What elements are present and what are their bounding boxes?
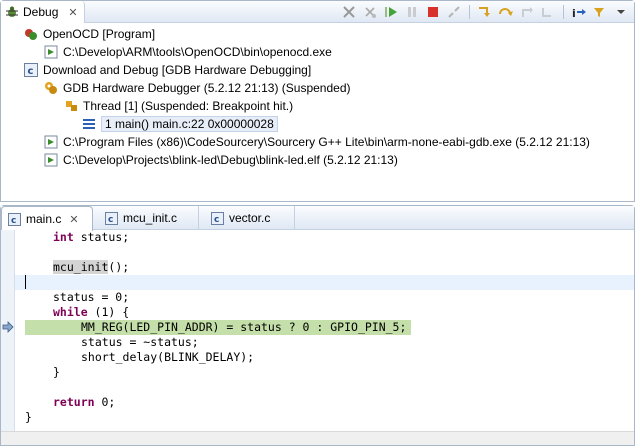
code-text: ();	[108, 260, 130, 274]
text-caret	[25, 275, 26, 289]
step-return-icon[interactable]	[518, 3, 536, 21]
debug-view-title: Debug	[23, 5, 59, 19]
toolbar-separator	[563, 5, 564, 19]
debug-toolbar: i	[337, 3, 630, 21]
disconnect-icon[interactable]	[445, 3, 463, 21]
instruction-step-icon[interactable]: i	[570, 3, 588, 21]
terminate-icon[interactable]	[424, 3, 442, 21]
toolbar-separator	[469, 5, 470, 19]
code-text: status;	[73, 230, 130, 244]
stack-frame-icon	[83, 119, 95, 129]
debug-bug-icon	[6, 6, 18, 17]
svg-text:c: c	[108, 215, 113, 225]
debug-view-header: Debug ✕ i	[1, 1, 634, 23]
horizontal-scrollbar[interactable]	[1, 431, 634, 445]
tab-mcu-init-c[interactable]: c mcu_init.c	[99, 206, 199, 230]
tree-item-label: Download and Debug [GDB Hardware Debuggi…	[43, 63, 312, 77]
launch-icon	[25, 29, 37, 40]
code-line: status = ~status;	[81, 335, 199, 349]
current-line-highlight	[15, 275, 634, 290]
code-line: while (1) {	[25, 305, 634, 320]
code-line-current-execution: MM_REG(LED_PIN_ADDR) = status ? 0 : GPIO…	[81, 320, 407, 334]
tree-item-label: Thread [1] (Suspended: Breakpoint hit.)	[83, 99, 294, 113]
remove-launch-icon[interactable]	[340, 3, 358, 21]
code-editor: c main.c ✕ c mcu_init.c c vector.c int s…	[0, 205, 635, 446]
code-line: }	[25, 410, 32, 424]
instruction-pointer-icon	[2, 321, 14, 333]
tree-item-openocd-process[interactable]: C:\Develop\ARM\tools\OpenOCD\bin\openocd…	[43, 43, 332, 61]
code-line: int status;	[25, 230, 634, 245]
tree-item-openocd-launch[interactable]: OpenOCD [Program]	[23, 25, 155, 43]
keyword: return	[53, 395, 95, 409]
use-step-filters-icon[interactable]	[591, 3, 609, 21]
tree-item-gdb-process[interactable]: C:\Program Files (x86)\CodeSourcery\Sour…	[43, 133, 590, 151]
process-icon	[44, 45, 58, 59]
tree-item-label: C:\Develop\Projects\blink-led\Debug\blin…	[63, 153, 398, 167]
tab-label: mcu_init.c	[123, 211, 178, 225]
code-line: status = 0;	[53, 290, 130, 304]
code-line: return 0;	[25, 395, 634, 410]
process-icon	[44, 135, 58, 149]
tab-main-c[interactable]: c main.c ✕	[1, 206, 93, 231]
c-file-icon: c	[105, 211, 118, 225]
tree-item-stack-frame[interactable]: 1 main() main.c:22 0x00000028	[81, 115, 278, 133]
tree-item-gdb-debugger[interactable]: GDB Hardware Debugger (5.2.12 21:13) (Su…	[43, 79, 351, 97]
code-line: short_delay(BLINK_DELAY);	[81, 350, 255, 364]
view-menu-icon[interactable]	[612, 3, 630, 21]
occurrence-mark: mcu_init	[53, 260, 109, 274]
code-area[interactable]: int status; mcu_init(); status = 0; whil…	[1, 230, 634, 445]
keyword: int	[53, 230, 74, 244]
c-launch-icon: c	[24, 63, 38, 77]
tree-item-label: GDB Hardware Debugger (5.2.12 21:13) (Su…	[63, 81, 351, 95]
code-text: 0;	[94, 395, 116, 409]
suspend-icon[interactable]	[403, 3, 421, 21]
step-into-icon[interactable]	[476, 3, 494, 21]
editor-tab-bar: c main.c ✕ c mcu_init.c c vector.c	[1, 206, 634, 231]
debug-view-tab[interactable]: Debug ✕	[1, 1, 85, 23]
svg-text:c: c	[28, 66, 34, 77]
debugger-icon	[45, 82, 57, 94]
code-line: mcu_init();	[25, 260, 634, 275]
drop-to-frame-icon[interactable]	[539, 3, 557, 21]
tab-vector-c[interactable]: c vector.c	[205, 206, 295, 230]
tree-item-download-debug[interactable]: c Download and Debug [GDB Hardware Debug…	[23, 61, 311, 79]
tree-item-elf-process[interactable]: C:\Develop\Projects\blink-led\Debug\blin…	[43, 151, 398, 169]
tree-item-label: C:\Develop\ARM\tools\OpenOCD\bin\openocd…	[63, 45, 332, 59]
close-icon[interactable]: ✕	[69, 213, 78, 226]
tab-label: vector.c	[229, 211, 271, 225]
svg-text:c: c	[214, 215, 219, 225]
remove-all-icon[interactable]	[361, 3, 379, 21]
tree-item-label: 1 main() main.c:22 0x00000028	[101, 116, 278, 132]
code-text: (1) {	[87, 305, 130, 319]
debug-tree: OpenOCD [Program] C:\Develop\ARM\tools\O…	[1, 23, 634, 201]
tree-item-label: OpenOCD [Program]	[43, 27, 156, 41]
process-icon	[44, 153, 58, 167]
svg-text:c: c	[11, 216, 16, 226]
tab-label: main.c	[26, 212, 62, 226]
debug-view: Debug ✕ i OpenOCD [Program] C:\Develop\A…	[0, 0, 635, 202]
step-over-icon[interactable]	[497, 3, 515, 21]
code-line: }	[53, 365, 60, 379]
tree-item-label: C:\Program Files (x86)\CodeSourcery\Sour…	[63, 135, 590, 149]
c-file-icon: c	[211, 211, 224, 225]
c-file-icon: c	[8, 212, 21, 226]
svg-text:i: i	[572, 7, 576, 19]
keyword: while	[53, 305, 88, 319]
close-icon[interactable]: ✕	[68, 6, 77, 19]
thread-icon	[66, 101, 77, 111]
tree-item-thread[interactable]: Thread [1] (Suspended: Breakpoint hit.)	[63, 97, 293, 115]
resume-icon[interactable]	[382, 3, 400, 21]
